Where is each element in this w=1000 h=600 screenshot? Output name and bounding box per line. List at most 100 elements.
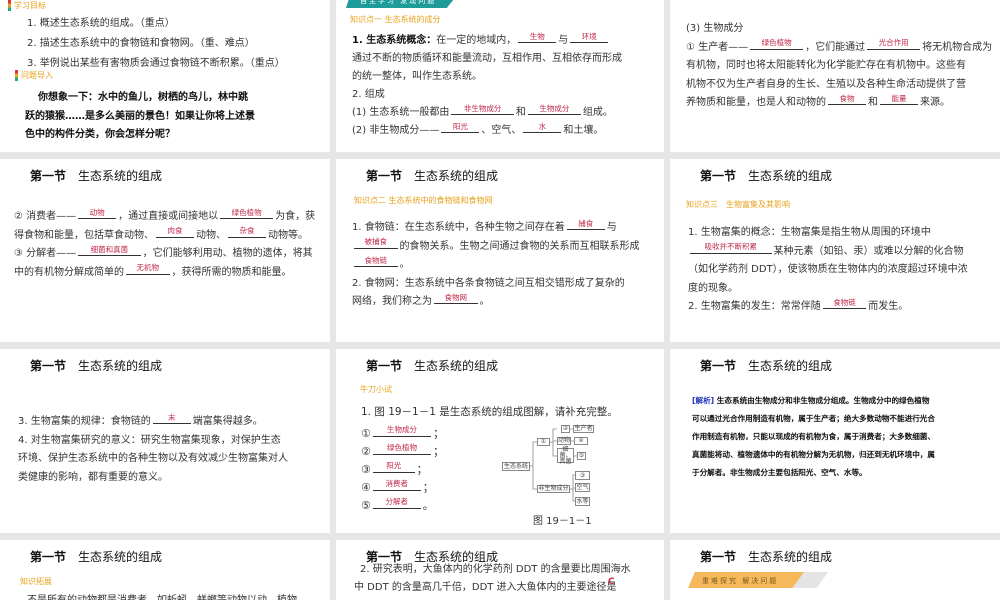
diagram-producer: 生产者 [573,425,594,433]
slide-bioaccumulation-2: 第一节 生态系统的组成 3. 生物富集的规律：食物链的 末 端富集得越多。 4. 对生物… [0,349,330,533]
text-segment: 和 [515,107,526,118]
fill-blank: 水 [523,122,562,133]
slide-practice: 第一节 生态系统的组成 牛刀小试 1. 图 19－1－1 是生态系统的组成图解，请… [336,349,664,533]
diagram-blank-2: ② [561,425,570,433]
diagram-blank-4: ④ [574,437,588,445]
slide-question-2: 第一节 生态系统的组成 2. 研究表明，大鱼体内的化学药剂 DDT 的含量要比周围… [336,540,664,600]
text-line: 1. 生态系统概念：在一定的地域内， 生物 与 环境 [352,32,622,50]
diagram-water: 水等 [575,497,590,506]
text-segment: 的食物关系。生物之间通过食物的关系而互相联系形成 [399,240,640,252]
bioaccumulation-content: 1. 生物富集的概念：生物富集是指生物从周围的环境中 吸收并不断积累 某种元素（如铅… [688,224,968,317]
blank-answer: 杂食 [239,226,255,236]
blank-answer: 光合作用 [878,38,909,48]
diagram-fungi: 细菌、真菌 [557,446,574,464]
text-segment: 与 [606,222,617,233]
section-title: 第一节 生态系统的组成 [700,169,833,183]
text-segment: ，它们能通过 [805,41,866,53]
diagram-bio: ① [537,438,550,446]
section-banner: 重难探究 解决问题 [688,572,804,588]
slide-extension: 第一节生态系统的组成 知识拓展 不是所有的动物都是消费者，如蚯蚓、蜣螂等动物以动… [0,540,330,600]
section-title: 第一节 生态系统的组成 [700,359,833,373]
fill-blank: 被捕食 [354,237,398,249]
slide-bioaccumulation: 第一节 生态系统的组成 知识点三 生物富集及其影响 1. 生物富集的概念：生物富集… [670,159,1000,342]
text-segment: 的统一整体，叫作生态系统。 [352,71,482,82]
text-segment: （如化学药剂 DDT），使该物质在生物体内的浓度超过环境中浓 [688,264,968,275]
text-segment: 1. 生物富集的概念：生物富集是指生物从周围的环境中 [688,227,931,238]
text-line: 养物质和能量，也是人和动物的 食物 和 能量 来源。 [686,94,992,113]
blank-answer: 末 [167,412,176,422]
intro-text: 色中的构件分类，你会怎样分呢？ [25,129,175,140]
blank-answer: 食物链 [364,255,388,265]
text-segment: 将无机物合成为 [922,41,993,53]
text-line: 2. 食物网：生态系统中各条食物链之间互相交错形成了复杂的 [352,275,640,294]
diagram-animal: 动物 [557,437,571,445]
text-segment: ，它们能够利用动、植物的遗体，将其 [142,248,313,259]
text-segment: 和 [868,97,878,108]
text-line: 有机物，同时也将太阳能转化为化学能贮存在有机物中。这些有 [686,57,992,76]
text-segment: 某种元素（如铅、汞）或难以分解的化合物 [773,245,964,257]
slide-analysis: 第一节 生态系统的组成 [解析] 生态系统由生物成分和非生物成分组成。生物成分中的… [670,349,1000,533]
text-segment: 环境、保护生态系统中的各种生物以及有效减少生物富集对人 [18,453,288,464]
intro-text: 跃的猿猴……是多么美丽的景色！如果让你将上述景 [25,110,255,122]
blank-answer: 食物 [839,93,855,103]
text-segment: 通过不断的物质循环和能量流动，互相作用、互相依存而形成 [352,53,622,64]
blank-answer: 水 [538,121,547,131]
text-segment: 和土壤。 [563,125,604,136]
text-segment: 度的现象。 [688,282,738,294]
fill-blank: 非生物成分 [451,104,514,115]
blank-answer: 捕食 [578,218,594,228]
slide-consumers: 第一节 生态系统的组成 ② 消费者—— 动物 ，通过直接或间接地以 绿色植物 为食，获 得食… [0,159,330,342]
knowledge-label: 知识点一 生态系统的成分 [350,15,441,24]
slide-food-chain: 第一节 生态系统的组成 知识点二 生态系统中的食物链和食物网 1. 食物链：在生态… [336,159,664,342]
text-segment: 1. 食物链：在生态系统中，各种生物之间存在着 [352,222,565,233]
question-text: 2. 研究表明，大鱼体内的化学药剂 DDT 的含量要比周围海水 [360,564,631,575]
extension-text: 不是所有的动物都是消费者，如蚯蚓、蜣螂等动物以动、植物 [27,591,297,600]
blank-answer: 肉食 [167,226,183,236]
text-segment: (2) 非生物成分—— [352,125,440,136]
section-title: 第一节 生态系统的组成 [30,359,163,373]
diagram-blank-3: ③ [575,471,590,480]
text-line: (2) 非生物成分—— 阳光 、空气、 水 和土壤。 [352,122,622,140]
fill-blank: 杂食 [228,226,266,238]
section-title: 第一节 生态系统的组成 [700,550,833,564]
bioaccumulation-2-content: 3. 生物富集的规律：食物链的 末 端富集得越多。 4. 对生物富集研究的意义：研究生… [18,413,288,487]
fill-blank: 绿色植物 [220,208,274,219]
text-segment: 中的有机物分解成简单的 [14,266,124,278]
text-segment: 而发生。 [868,301,909,312]
diagram-blank-5: ⑤ [577,452,586,460]
text-line: 中的有机物分解成简单的 无机物 ，获得所需的物质和能量。 [14,263,315,283]
text-line: 网络，我们称之为 食物网 。 [352,293,640,312]
fill-blank: 能量 [880,94,918,105]
analysis-text: 作用制造有机物，只能以现成的有机物为食，属于消费者；大多数细菌、 [692,432,935,441]
consumers-content: ② 消费者—— 动物 ，通过直接或间接地以 绿色植物 为食，获 得食物和能量，包括草食动物… [14,208,315,282]
blank-answer: 生物成分 [539,103,570,113]
intro-label: 问题导入 [15,70,53,81]
fill-blank: 末 [152,413,191,424]
text-segment: 组成。 [582,107,613,118]
text-segment: ② 消费者—— [14,211,77,222]
term-label: 1. 生态系统概念： [352,35,437,46]
fill-blank: 光合作用 [867,38,921,50]
section-banner: 自主学习 发现问题 [346,0,458,8]
goal-item: 3. 举例说出某些有害物质会通过食物链不断积累。（重点） [27,58,285,69]
text-segment: 来源。 [920,97,950,108]
blank-answer: 生物 [529,31,545,41]
blank-answer: 绿色植物 [231,207,262,217]
fill-blank: 无机物 [126,263,170,275]
text-segment: ，获得所需的物质和能量。 [171,266,292,278]
text-segment: 为食，获 [275,211,316,222]
text-line: (1) 生态系统一般都由 非生物成分 和 生物成分 组成。 [352,104,622,122]
fill-blank: 动物 [78,208,117,219]
text-segment: 养物质和能量，也是人和动物的 [686,97,826,108]
fill-blank: 吸收并不断积累 [690,242,772,254]
blank-answer: 阳光 [452,121,468,131]
blank-answer: 食物网 [444,292,468,302]
analysis-text: 于分解者。非生物成分主要包括阳光、空气、水等。 [692,468,867,477]
text-segment: 有机物，同时也将太阳能转化为化学能贮存在有机物中。这些有 [686,60,966,71]
text-segment: 。 [479,296,490,307]
blank-answer: 无机物 [136,263,160,273]
blank-answer: 食物链 [833,297,856,307]
blank-answer: 非生物成分 [463,103,502,113]
text-segment: 与 [558,35,569,46]
text-segment: ，通过直接或间接地以 [118,211,219,222]
